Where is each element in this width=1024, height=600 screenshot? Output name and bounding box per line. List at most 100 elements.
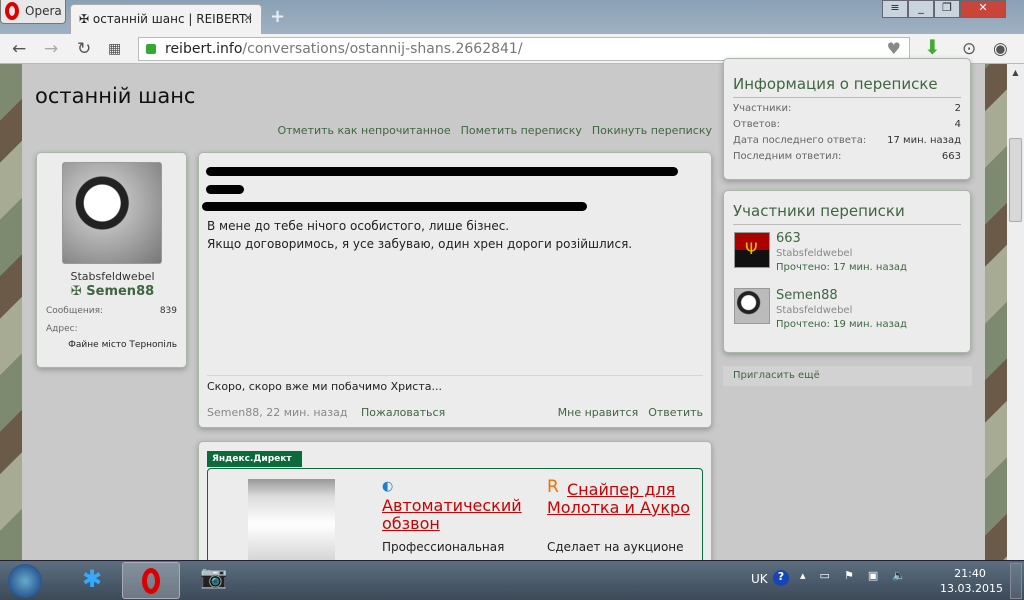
ad1-link[interactable]: Автоматический обзвон	[382, 497, 532, 533]
participants-panel: Участники переписки Ψ 663 Stabsfeldwebel…	[723, 190, 971, 353]
report-link[interactable]: Пожаловаться	[361, 406, 445, 419]
author-avatar[interactable]	[62, 162, 162, 264]
download-arrow-icon[interactable]: ⬇	[924, 35, 941, 59]
message-line: В мене до тебе нічого особистого, лише б…	[207, 219, 510, 233]
messages-label: Сообщения:	[46, 306, 104, 316]
tab-title: останній шанс | REIBERT.i	[92, 12, 253, 26]
heart-icon[interactable]: ♥	[887, 39, 901, 58]
info-row: Дата последнего ответа: 17 мин. назад	[733, 135, 961, 146]
show-desktop-button[interactable]	[1010, 563, 1022, 599]
opera-logo-icon	[5, 2, 19, 20]
action-center-icon[interactable]: ⚑	[844, 569, 854, 582]
conversation-actions: Отметить как непрочитанное Пометить пере…	[277, 124, 712, 137]
ad1-text: Профессиональная	[382, 540, 505, 554]
clock-time: 21:40	[954, 567, 986, 580]
info-row: Участники: 2	[733, 103, 961, 114]
info-key: Последним ответил:	[733, 151, 842, 162]
like-link[interactable]: Мне нравится	[558, 406, 639, 419]
redacted-text	[206, 167, 678, 176]
scrollbar-thumb[interactable]	[1009, 138, 1022, 222]
info-value: 2	[954, 103, 961, 114]
mark-conversation-link[interactable]: Пометить переписку	[461, 124, 582, 137]
opera-menu-button[interactable]: Opera	[0, 0, 66, 24]
message-box: В мене до тебе нічого особистого, лише б…	[198, 152, 712, 428]
language-indicator[interactable]: UK	[751, 572, 768, 586]
help-icon[interactable]: ?	[773, 570, 789, 586]
redacted-text	[206, 185, 244, 194]
lock-icon	[146, 44, 156, 54]
signature: Скоро, скоро вже ми побачимо Христа...	[207, 380, 442, 393]
participant-read: Прочтено: 17 мин. назад	[776, 262, 907, 273]
ad2-link[interactable]: Снайпер для Молотка и Аукро	[547, 481, 697, 517]
downloads-icon[interactable]: ⊙	[962, 39, 976, 59]
page-title: останній шанс	[35, 84, 196, 108]
url-path: /conversations/ostannij-shans.2662841/	[242, 41, 523, 57]
info-key: Участники:	[733, 103, 792, 114]
conversation-info-panel: Информация о переписке Участники: 2 Ответ…	[723, 58, 971, 180]
close-tab-icon[interactable]: ✕	[243, 11, 253, 25]
url-host: reibert.info	[165, 41, 243, 57]
opera-taskbar-button[interactable]	[122, 562, 180, 599]
menu-icon[interactable]: ≡	[882, 0, 908, 18]
info-value: 17 мин. назад	[887, 135, 961, 146]
trident-icon: Ψ	[745, 239, 758, 258]
author-name[interactable]: ✠ Semen88	[37, 284, 188, 299]
ad-shirt-image[interactable]	[248, 479, 335, 569]
info-key: Дата последнего ответа:	[733, 135, 867, 146]
opera-icon	[142, 568, 160, 594]
taskbar: ✱ 📷 UK ? ▴ ▭ ⚑ ▣ 🔈 21:40 13.03.2015	[0, 560, 1024, 600]
last-replied-link[interactable]: 663	[942, 151, 961, 162]
leave-conversation-link[interactable]: Покинуть переписку	[592, 124, 712, 137]
ad-box: Яндекс.Директ ◐ Автоматический обзвон Пр…	[198, 441, 712, 571]
scrollbar[interactable]: ▲	[1007, 64, 1024, 560]
tab-bar: Opera ✠ останній шанс | REIBERT.i ✕ + ≡ _ ❐…	[0, 0, 1024, 34]
back-icon[interactable]: ←	[12, 39, 26, 59]
signature-divider	[207, 375, 703, 376]
address-value: Файне місто Тернопіль	[68, 340, 177, 350]
participant-name[interactable]: 663	[776, 231, 801, 246]
content-area: останній шанс Отметить как непрочитанное…	[22, 58, 985, 571]
power-icon[interactable]: ▣	[868, 569, 878, 582]
participant-avatar[interactable]: Ψ	[734, 232, 770, 268]
participant-avatar[interactable]	[734, 288, 770, 324]
message-meta[interactable]: Semen88, 22 мин. назад	[207, 406, 347, 419]
reply-link[interactable]: Ответить	[648, 406, 703, 419]
participant-item: Semen88 Stabsfeldwebel Прочтено: 19 мин.…	[733, 288, 961, 345]
ad-frame: ◐ Автоматический обзвон Профессиональная…	[207, 468, 703, 569]
tab-active[interactable]: ✠ останній шанс | REIBERT.i ✕	[70, 4, 262, 34]
scroll-up-icon[interactable]: ▲	[1007, 68, 1024, 77]
account-icon[interactable]: ◉	[993, 39, 1008, 59]
author-name-text: Semen88	[86, 284, 155, 299]
speed-dial-icon[interactable]: ▦	[108, 41, 121, 57]
messages-count: 839	[159, 306, 177, 316]
forward-icon[interactable]: →	[44, 39, 58, 59]
telenor-icon[interactable]: ✱	[70, 565, 114, 597]
message-line: Якщо договоримось, я усе забуваю, один х…	[207, 237, 633, 251]
clock[interactable]: 21:40 13.03.2015	[940, 566, 1003, 596]
maximize-button[interactable]: ❐	[934, 0, 960, 18]
info-row: Ответов: 4	[733, 119, 961, 130]
reload-icon[interactable]: ↻	[77, 39, 91, 59]
close-button[interactable]: ✕	[960, 0, 1006, 18]
tray-expand-icon[interactable]: ▴	[800, 569, 806, 582]
info-key: Ответов:	[733, 119, 780, 130]
volume-icon[interactable]: 🔈	[892, 569, 906, 582]
participants-title: Участники переписки	[733, 202, 961, 225]
network-icon[interactable]: ▭	[820, 569, 830, 582]
new-tab-button[interactable]: +	[270, 6, 285, 27]
clock-date: 13.03.2015	[940, 582, 1003, 595]
start-button[interactable]	[8, 564, 42, 598]
participant-rank: Stabsfeldwebel	[776, 248, 853, 259]
message-body: В мене до тебе нічого особистого, лише б…	[207, 217, 632, 253]
info-value: 4	[954, 119, 961, 130]
participant-name[interactable]: Semen88	[776, 288, 838, 303]
minimize-button[interactable]: _	[908, 0, 934, 18]
participant-read: Прочтено: 19 мин. назад	[776, 319, 907, 330]
mark-unread-link[interactable]: Отметить как непрочитанное	[277, 124, 450, 137]
author-rank: Stabsfeldwebel	[70, 270, 155, 283]
camera-icon[interactable]: 📷	[200, 565, 227, 590]
page-background: останній шанс Отметить как непрочитанное…	[0, 58, 1007, 571]
ad-logo-icon: ◐	[382, 479, 394, 494]
invite-more-link[interactable]: Пригласить ещё	[723, 366, 972, 386]
ad2-text: Сделает на аукционе	[547, 540, 684, 554]
